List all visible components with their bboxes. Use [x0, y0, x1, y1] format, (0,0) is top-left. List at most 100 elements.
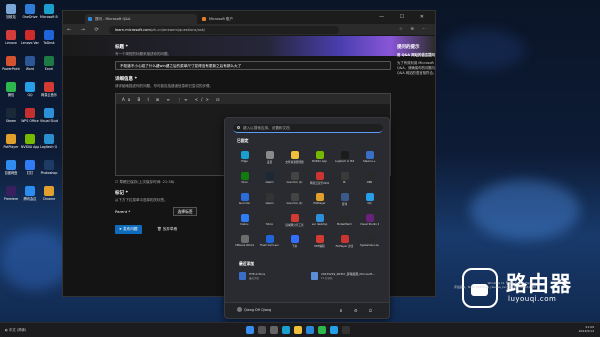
pinned-app[interactable]: steam — [260, 193, 279, 205]
edge-icon[interactable] — [282, 326, 290, 334]
desktop-icon[interactable]: PotPlayer — [2, 134, 20, 149]
desktop-icon[interactable]: OneDrive — [21, 4, 39, 19]
title-input[interactable]: 不知道不小心碰了什么键win键之后的菜单尺寸变得没有更新之后有那么大了 — [115, 61, 391, 70]
extension-icons[interactable]: ☆ ⊕ ⋯ — [399, 27, 429, 32]
desktop-icon[interactable]: Lenovo — [2, 30, 20, 45]
nav-buttons[interactable]: ← → ⟳ — [67, 27, 103, 33]
desktop-icon[interactable]: 网易云音乐 — [40, 82, 58, 97]
pinned-app[interactable]: vsc desktop — [310, 214, 329, 226]
pinned-app[interactable]: Flash Call Launcher — [260, 235, 279, 247]
desktop-icon[interactable]: Logitech G HUB — [40, 134, 58, 149]
title-label: 标题 * — [115, 45, 128, 50]
wechat-icon[interactable] — [318, 326, 326, 334]
app-icon — [315, 193, 324, 201]
desktop-icon[interactable]: Lenovo Vantage — [21, 30, 39, 45]
pinned-app[interactable]: fxbox — [260, 214, 279, 226]
user-account[interactable]: Qiang DH Qiang — [237, 307, 271, 312]
address-bar: ← → ⟳ learn.microsoft.com/zh-cn/answers/… — [63, 24, 435, 36]
pinned-app[interactable]: 飞书 — [285, 235, 304, 248]
desktop-icon[interactable]: ToDesk — [40, 30, 58, 45]
pinned-app[interactable]: VMware Workstation Pro — [235, 235, 254, 247]
desktop-icon[interactable]: Photoshop — [40, 160, 58, 175]
url-field[interactable]: learn.microsoft.com/zh-cn/answers/questi… — [109, 26, 339, 34]
taskbar-apps — [0, 323, 600, 337]
desktop-icon[interactable]: Excel — [40, 56, 58, 71]
pinned-app[interactable]: Kakou — [235, 214, 254, 226]
desktop-icon[interactable]: 百度网盘 — [2, 160, 20, 175]
desktop-icon-label: Lenovo Vantage — [21, 41, 39, 45]
desktop-icon[interactable]: NVIDIA App — [21, 134, 39, 149]
recommended-item[interactable]: HTE-K Wins 最近添加 — [239, 271, 301, 283]
desktop-icon[interactable]: Microsoft Edge — [40, 4, 58, 19]
start-search-input[interactable]: 键入以搜索应用、设置和文档 — [233, 124, 383, 133]
pinned-app-label: launcher (1) — [286, 181, 303, 184]
pinned-app[interactable]: Xbox — [235, 172, 254, 184]
recommended-item[interactable]: 20235229_90957_屏幕截图_Microsoft... 10 分钟前 — [311, 271, 375, 283]
pinned-app[interactable]: 局域网分享工具 — [285, 214, 304, 227]
window-controls[interactable]: — ☐ ✕ — [379, 14, 431, 20]
parent-select[interactable]: 选择标签 — [173, 207, 197, 216]
desktop-icon[interactable]: Steam — [2, 108, 20, 123]
tab-account[interactable]: Microsoft 账户 — [199, 14, 299, 24]
system-tray[interactable]: 21:09 2024/5/14 — [579, 325, 594, 333]
pinned-app[interactable]: PL — [335, 172, 354, 184]
qq-icon[interactable] — [330, 326, 338, 334]
editor-toolbar[interactable]: Aa B I ⊞ ≡ ⋮≡ </> ⊡ — [116, 94, 390, 104]
pinned-app[interactable]: MobaXterm — [335, 214, 354, 226]
tab-qa[interactable]: 提问 - Microsoft Q&A — [85, 14, 197, 24]
desktop-icon[interactable]: 微信 — [2, 82, 20, 97]
power-icons[interactable]: ⬇ ⚙ ⏻ — [339, 308, 377, 313]
desktop-icon[interactable]: Visual Studio Code — [40, 108, 58, 123]
pinned-app-label: vsc desktop — [311, 223, 328, 226]
pinned-app[interactable]: Logitech G HUB — [335, 151, 354, 163]
pinned-app[interactable]: OBS — [360, 172, 379, 184]
desktop-icon[interactable]: Chrome — [40, 186, 58, 201]
desktop-icon[interactable]: QQ — [21, 82, 39, 97]
pinned-app-label: steam — [265, 202, 274, 205]
pinned-app[interactable]: Steam++ — [360, 151, 379, 163]
pinned-app[interactable]: 设置 — [260, 151, 279, 164]
pinned-app[interactable]: launcher — [235, 193, 254, 205]
pinned-apps-grid: Edge 设置 文件资源管理器 NVIDIA App Logitech G HUB Ste… — [231, 151, 385, 256]
pinned-app-label: PL — [342, 181, 346, 184]
submit-question-button[interactable]: ➤ 发布问题 — [115, 225, 142, 234]
app-icon — [44, 56, 54, 66]
terminal-icon[interactable] — [342, 326, 350, 334]
desktop-icon[interactable]: Premiere — [2, 186, 20, 201]
pinned-app[interactable]: launcher (2) — [285, 193, 304, 205]
pinned-app-label: 游戏 — [341, 203, 348, 206]
pinned-app[interactable]: launcher (1) — [285, 172, 304, 184]
pinned-app[interactable]: 文件资源管理器 — [285, 151, 304, 164]
pinned-app[interactable]: PotPlayer — [310, 193, 329, 205]
explorer-icon[interactable] — [294, 326, 302, 334]
app-icon — [365, 214, 374, 222]
pinned-app[interactable]: Visual Studio 2022 — [360, 214, 379, 226]
pinned-app[interactable]: PDF编辑 — [310, 235, 329, 248]
desktop-icon[interactable]: PowerPoint — [2, 56, 20, 71]
pinned-app[interactable]: NVIDIA App — [310, 151, 329, 163]
app-icon — [265, 235, 274, 243]
app-icon — [240, 235, 249, 243]
desktop-icon-label: QQ — [27, 93, 33, 97]
desktop-icon[interactable]: 回收站 — [2, 4, 20, 19]
desktop-icon-label: Steam — [5, 119, 17, 123]
desktop-icon[interactable]: Word — [21, 56, 39, 71]
desktop-icon[interactable]: WPS Office — [21, 108, 39, 123]
discard-draft-button[interactable]: 🗑 放弃草稿 — [154, 225, 180, 234]
pinned-app[interactable]: Edge — [235, 151, 254, 163]
pinned-app[interactable]: 游戏 — [335, 193, 354, 206]
desktop-icon[interactable]: 腾讯会议 — [21, 186, 39, 201]
search-icon[interactable] — [258, 326, 266, 334]
taskview-icon[interactable] — [270, 326, 278, 334]
store-icon[interactable] — [306, 326, 314, 334]
pinned-app[interactable]: SysGames Launcher — [360, 235, 379, 247]
pinned-app-label: FinPlayer 双击 — [335, 245, 354, 248]
pinned-app[interactable]: QQ — [360, 193, 379, 205]
pinned-app[interactable]: FinPlayer 双击 — [335, 235, 354, 248]
tips-text: 为了有效利用 Microsoft Q&A，请确保你的问题与 Q&A 网站的语言相… — [397, 61, 437, 75]
app-icon — [240, 172, 249, 180]
pinned-app[interactable]: 网易云音乐2024 — [310, 172, 329, 185]
desktop-icon[interactable]: 钉钉 — [21, 160, 39, 175]
start-icon[interactable] — [246, 326, 254, 334]
pinned-app[interactable]: steam — [260, 172, 279, 184]
